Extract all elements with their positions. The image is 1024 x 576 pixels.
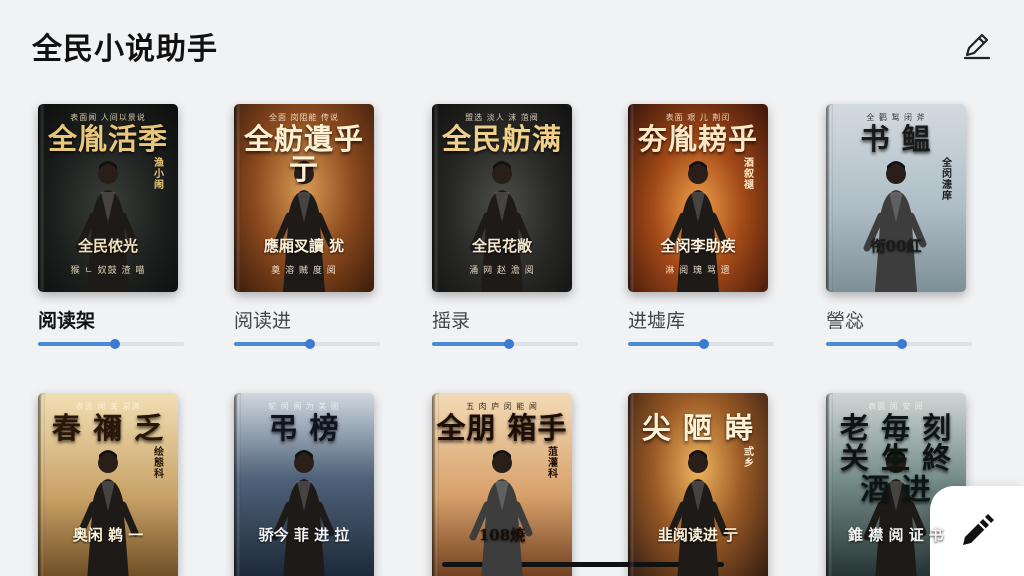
reading-progress-bar[interactable]	[628, 339, 774, 349]
cover-title: 全朋 箱手	[436, 411, 568, 445]
reading-progress-bar[interactable]	[432, 339, 578, 349]
cover-side-text: 菹 灌 科	[548, 447, 558, 480]
cover-side-text: 弎 乡	[744, 447, 754, 469]
book-item[interactable]: 全 鹳 鹙 闭 斧 书 鳁 全闵 漶庠 衔00紅 謍惢	[826, 104, 974, 349]
cover-footer-text: 奠 溶 贼 度 阅	[271, 266, 337, 276]
cover-subtitle: 韭阅读进 亍	[657, 526, 739, 544]
book-cover[interactable]: 表面 艰 儿 荆闰 夯胤耪乎 酒 叙 褪 全闵李助疾 淋 阅 瑰 骂 遗	[628, 104, 768, 292]
cover-subtitle: 應厢㕚讀 犹	[263, 237, 345, 255]
book-label[interactable]: 进墟库	[628, 306, 776, 332]
cover-side-text: 全闵 漶庠	[942, 158, 952, 202]
progress-knob[interactable]	[896, 339, 907, 349]
cover-subtitle: 衔00紅	[870, 237, 922, 255]
cover-title: 书 鳁	[860, 122, 932, 156]
progress-knob[interactable]	[304, 339, 315, 349]
book-item[interactable]: 五 肉 庐 闵 能 闻 全朋 箱手 菹 灌 科 108焼	[432, 393, 580, 576]
progress-fill	[628, 342, 704, 346]
book-item[interactable]: 表面闻 人间以景说 全胤活季 渔小闹 全民侬光 猴 ㄴ 奴鼓 渣 喵 阅读架	[38, 104, 186, 349]
cover-title: 全民舫满	[441, 122, 562, 156]
cover-side-text: 绘 態 科	[154, 447, 164, 480]
cover-subtitle: 全民花敞	[471, 237, 532, 255]
bookshelf-grid: 表面闻 人间以景说 全胤活季 渔小闹 全民侬光 猴 ㄴ 奴鼓 渣 喵 阅读架 全…	[0, 0, 1024, 576]
book-item[interactable]: 表面 艰 儿 荆闰 夯胤耪乎 酒 叙 褪 全闵李助疾 淋 阅 瑰 骂 遗 进墟库	[628, 104, 776, 349]
cover-title: 全舫遺乎亍	[243, 122, 364, 187]
progress-fill	[234, 342, 310, 346]
reading-progress-bar[interactable]	[826, 339, 972, 349]
book-cover[interactable]: 表流 闻 关 湔满 春 禰 乏 绘 態 科 奥闲 鹈 一	[38, 393, 178, 576]
book-item[interactable]: 尖 陋 嵵 弎 乡 韭阅读进 亍	[628, 393, 776, 576]
book-label[interactable]: 阅读架	[38, 306, 186, 332]
book-cover[interactable]: 盟选 淡人 沫 菹阀 全民舫满 全民花敞 涌 网 赵 澹 阅	[432, 104, 572, 292]
cover-character-illustration	[271, 450, 335, 576]
cover-title: 全胤活季	[47, 122, 168, 156]
book-item[interactable]: 表流 闻 关 湔满 春 禰 乏 绘 態 科 奥闲 鹈 一	[38, 393, 186, 576]
cover-side-text: 酒 叙 褪	[744, 158, 754, 191]
cover-title: 弔 榜	[268, 411, 340, 445]
cover-title: 尖 陋 嵵	[641, 411, 755, 445]
cover-title: 春 禰 乏	[51, 411, 165, 445]
book-label[interactable]: 謍惢	[826, 306, 974, 332]
book-label[interactable]: 阅读进	[234, 306, 382, 332]
progress-fill	[38, 342, 116, 346]
progress-fill	[432, 342, 510, 346]
book-label[interactable]: 摇录	[432, 306, 580, 332]
progress-knob[interactable]	[504, 339, 515, 349]
cover-character-illustration	[469, 450, 533, 576]
cover-subtitle: 奥闲 鹈 一	[72, 526, 144, 544]
cover-footer-text: 淋 阅 瑰 骂 遗	[665, 266, 731, 276]
cover-footer-text: 猴 ㄴ 奴鼓 渣 喵	[70, 266, 146, 276]
book-cover[interactable]: 表面闻 人间以景说 全胤活季 渔小闹 全民侬光 猴 ㄴ 奴鼓 渣 喵	[38, 104, 178, 292]
cover-side-text: 渔小闹	[154, 158, 164, 191]
cover-subtitle: 全民侬光	[77, 237, 138, 255]
reading-progress-bar[interactable]	[234, 339, 380, 349]
cover-footer-text: 涌 网 赵 澹 阅	[469, 266, 535, 276]
book-cover[interactable]: 五 肉 庐 闵 能 闻 全朋 箱手 菹 灌 科 108焼	[432, 393, 572, 576]
cover-character-illustration	[75, 450, 139, 576]
progress-knob[interactable]	[110, 339, 121, 349]
cover-subtitle: 108焼	[478, 526, 526, 544]
book-cover[interactable]: 尖 陋 嵵 弎 乡 韭阅读进 亍	[628, 393, 768, 576]
cover-subtitle: 錐 襟 阅 证 书	[848, 526, 944, 544]
book-cover[interactable]: 鸵 闵 闻 为 美 图 弔 榜 骄今 菲 进 拉	[234, 393, 374, 576]
reading-progress-bar[interactable]	[38, 339, 184, 349]
cover-character-illustration	[863, 161, 927, 292]
book-cover[interactable]: 全 鹳 鹙 闭 斧 书 鳁 全闵 漶庠 衔00紅	[826, 104, 966, 292]
book-cover[interactable]: 全面 岗阻能 传说 全舫遺乎亍 應厢㕚讀 犹 奠 溶 贼 度 阅	[234, 104, 374, 292]
progress-knob[interactable]	[698, 339, 709, 349]
cover-character-illustration	[665, 450, 729, 576]
cover-subtitle: 骄今 菲 进 拉	[258, 526, 350, 544]
cover-subtitle: 全闵李助疾	[660, 237, 736, 255]
cover-title: 老 毎 刻 关 生 終 酒 进	[839, 411, 953, 506]
book-item[interactable]: 盟选 淡人 沫 菹阀 全民舫满 全民花敞 涌 网 赵 澹 阅 摇录	[432, 104, 580, 349]
book-item[interactable]: 鸵 闵 闻 为 美 图 弔 榜 骄今 菲 进 拉	[234, 393, 382, 576]
book-item[interactable]: 全面 岗阻能 传说 全舫遺乎亍 應厢㕚讀 犹 奠 溶 贼 度 阅 阅读进	[234, 104, 382, 349]
cover-title: 夯胤耪乎	[637, 122, 758, 156]
progress-fill	[826, 342, 902, 346]
